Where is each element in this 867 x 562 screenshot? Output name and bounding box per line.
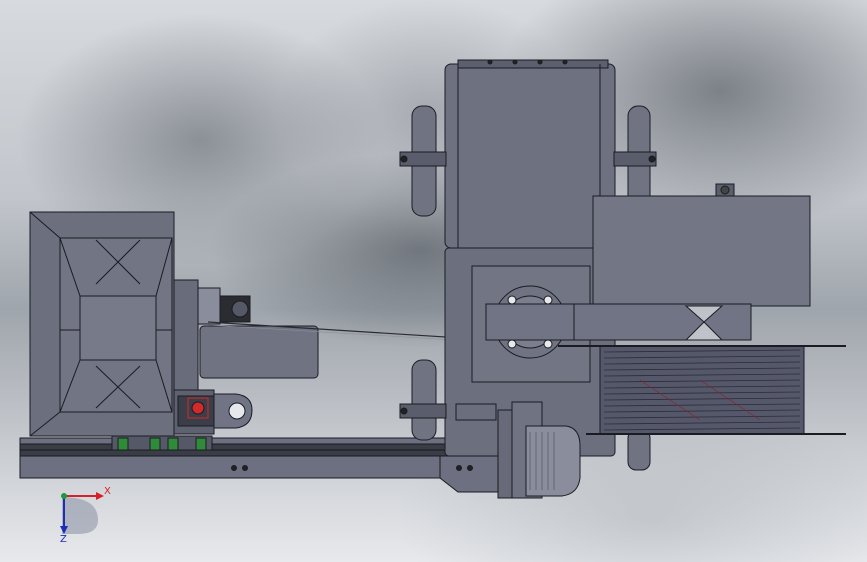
x-axis-arrowhead bbox=[96, 492, 104, 500]
cad-model-canvas[interactable]: X Z bbox=[0, 0, 867, 562]
wheel-top-left bbox=[399, 105, 447, 217]
triad-origin bbox=[61, 493, 67, 499]
wire-spool bbox=[558, 345, 846, 435]
coordinate-triad: X Z bbox=[60, 486, 111, 545]
z-axis-label: Z bbox=[60, 534, 67, 545]
triad-backdrop bbox=[62, 497, 98, 534]
right-housing bbox=[592, 183, 811, 307]
wheel-bottom-right bbox=[627, 429, 651, 471]
wheel-bottom-left bbox=[399, 359, 447, 441]
base-rail bbox=[19, 437, 501, 493]
left-motor bbox=[173, 279, 319, 435]
cad-viewport[interactable]: X Z bbox=[0, 0, 867, 562]
horizontal-shaft bbox=[485, 303, 752, 341]
gearbox-upper bbox=[444, 59, 616, 249]
x-axis-label: X bbox=[104, 486, 111, 497]
rail-carriage bbox=[111, 435, 213, 451]
hopper-frame bbox=[29, 211, 175, 437]
